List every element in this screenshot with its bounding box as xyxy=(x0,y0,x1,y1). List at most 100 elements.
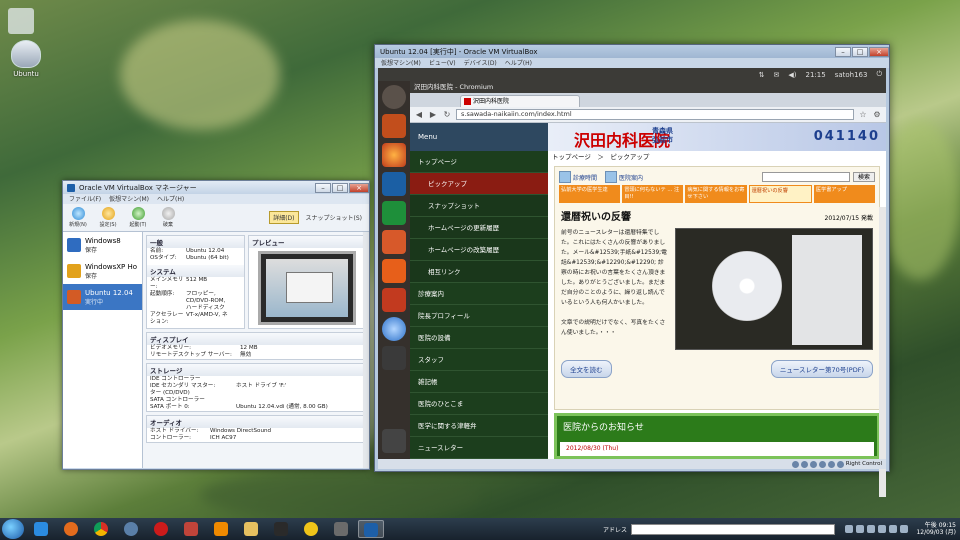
vm-screen[interactable]: ⇅ ✉ ◀) 21:15 satoh163 ⏻ 沢田内科医院 - Chromiu… xyxy=(378,68,886,497)
user-name[interactable]: satoh163 xyxy=(835,71,868,79)
hours-link[interactable]: 診療時間 xyxy=(559,171,597,183)
tray-icon[interactable] xyxy=(845,525,853,533)
minimize-button[interactable]: – xyxy=(315,182,331,193)
newsletter-pdf-button[interactable]: ニュースレター第70号(PDF) xyxy=(770,360,873,378)
taskbar-app4[interactable] xyxy=(118,520,144,538)
read-more-button[interactable]: 全文を読む xyxy=(561,360,612,378)
nav-update-history[interactable]: ホームページの更新履歴 xyxy=(410,217,548,239)
desktop-shortcut[interactable]: Ubuntu xyxy=(4,40,48,78)
nav-links[interactable]: 相互リンク xyxy=(410,261,548,283)
forward-icon[interactable]: ▶ xyxy=(428,110,438,120)
taskbar-app10[interactable] xyxy=(298,520,324,538)
cd-status-icon[interactable] xyxy=(800,460,808,468)
usb-status-icon[interactable] xyxy=(809,460,817,468)
wrench-icon[interactable]: ⚙ xyxy=(872,110,882,120)
nav-top-page[interactable]: トップページ xyxy=(410,151,548,173)
volume-icon[interactable]: ◀) xyxy=(788,71,796,79)
start-button[interactable]: 起動(T) xyxy=(127,207,149,228)
taskbar-explorer[interactable] xyxy=(238,520,264,538)
nav-dialect[interactable]: 医学に関する津軽弁 xyxy=(410,415,548,437)
maximize-button[interactable]: □ xyxy=(332,182,348,193)
vm-minimize-button[interactable]: – xyxy=(835,46,851,57)
menu-file[interactable]: ファイル(F) xyxy=(69,194,101,204)
vm-close-button[interactable]: × xyxy=(869,46,889,57)
calc-icon[interactable] xyxy=(382,201,406,225)
firefox-icon[interactable] xyxy=(382,143,406,167)
display-header[interactable]: ディスプレイ xyxy=(147,333,365,345)
system-header[interactable]: システム xyxy=(147,265,244,277)
clock[interactable]: 21:15 xyxy=(806,71,826,79)
vm-menu-devices[interactable]: デバイス(D) xyxy=(464,58,497,68)
nav-newsletter[interactable]: ニュースレター xyxy=(410,437,548,459)
nav-notes[interactable]: 雑記帳 xyxy=(410,371,548,393)
storage-header[interactable]: ストレージ xyxy=(147,364,365,376)
snapshots-toggle[interactable]: スナップショット(S) xyxy=(303,212,366,223)
menu-help[interactable]: ヘルプ(H) xyxy=(157,194,184,204)
taskbar-chrome[interactable] xyxy=(88,520,114,538)
tray-icon[interactable] xyxy=(856,525,864,533)
software-center-icon[interactable] xyxy=(382,259,406,283)
site-search-input[interactable] xyxy=(761,172,850,182)
address-bar[interactable]: s.sawada-naikaiin.com/index.html xyxy=(456,109,854,120)
vm-menu-view[interactable]: ビュー(V) xyxy=(429,58,456,68)
tab-disease-info[interactable]: 病気に関する情報をお寄せ下さい xyxy=(685,185,747,203)
close-button[interactable]: × xyxy=(349,182,369,193)
taskbar-ie[interactable] xyxy=(28,520,54,538)
page-scrollbar[interactable] xyxy=(879,207,886,497)
preview-header[interactable]: プレビュー xyxy=(249,236,365,248)
back-icon[interactable]: ◀ xyxy=(414,110,424,120)
trash-icon[interactable] xyxy=(382,429,406,453)
tray-icon[interactable] xyxy=(878,525,886,533)
power-icon[interactable]: ⏻ xyxy=(876,70,882,79)
tab-kanreki[interactable]: 還暦祝いの反響 xyxy=(748,185,812,203)
desktop-icon-top[interactable] xyxy=(8,8,34,34)
hdd-status-icon[interactable] xyxy=(791,460,799,468)
capture-status-icon[interactable] xyxy=(836,460,844,468)
browser-tab[interactable]: 沢田内科医院 xyxy=(460,95,580,107)
discard-button[interactable]: 破棄 xyxy=(157,207,179,228)
taskbar-firefox[interactable] xyxy=(58,520,84,538)
tab-medical-students[interactable]: 弘前大学の医学生達 xyxy=(559,185,621,203)
mail-icon[interactable]: ✉ xyxy=(774,71,780,79)
vm-menu-help[interactable]: ヘルプ(H) xyxy=(505,58,532,68)
vm-item-windows8[interactable]: Windows8 保存 xyxy=(63,232,142,258)
tray-icon[interactable] xyxy=(867,525,875,533)
taskbar-vlc[interactable] xyxy=(208,520,234,538)
writer-icon[interactable] xyxy=(382,172,406,196)
chromium-icon[interactable] xyxy=(382,317,406,341)
nav-pickup[interactable]: ピックアップ xyxy=(410,173,548,195)
nav-clinic-moments[interactable]: 医院のひとこま xyxy=(410,393,548,415)
dash-home-icon[interactable] xyxy=(382,85,406,109)
vm-title-bar[interactable]: Ubuntu 12.04 [実行中] - Oracle VM VirtualBo… xyxy=(375,45,889,58)
start-button[interactable] xyxy=(2,519,24,539)
nav-facilities[interactable]: 医院の設備 xyxy=(410,327,548,349)
address-toolbar-input[interactable] xyxy=(631,523,835,535)
taskbar-opera[interactable] xyxy=(148,520,174,538)
vm-menu-machine[interactable]: 仮想マシン(M) xyxy=(381,58,421,68)
tab-books[interactable]: 医学書アップ xyxy=(813,185,876,203)
nav-snapshot[interactable]: スナップショット xyxy=(410,195,548,217)
audio-header[interactable]: オーディオ xyxy=(147,416,365,428)
taskbar-app11[interactable] xyxy=(328,520,354,538)
details-toggle[interactable]: 詳細(D) xyxy=(269,211,299,224)
shared-folder-status-icon[interactable] xyxy=(827,460,835,468)
vm-item-windowsxp[interactable]: WindowsXP Ho 保存 xyxy=(63,258,142,284)
guide-link[interactable]: 医院案内 xyxy=(605,171,643,183)
site-search-button[interactable]: 検索 xyxy=(852,172,875,182)
network-status-icon[interactable] xyxy=(818,460,826,468)
news-date[interactable]: 2012/08/30 (Thu) xyxy=(560,442,874,456)
nav-clinic-info[interactable]: 診療案内 xyxy=(410,283,548,305)
network-icon[interactable]: ⇅ xyxy=(759,71,765,79)
vm-item-ubuntu[interactable]: Ubuntu 12.04 実行中 xyxy=(63,284,142,310)
nav-profile[interactable]: 院長プロフィール xyxy=(410,305,548,327)
tab-notice[interactable]: 冒頭に何もないテ ... 注目!! xyxy=(622,185,684,203)
tray-icon[interactable] xyxy=(889,525,897,533)
menu-machine[interactable]: 仮想マシン(M) xyxy=(109,194,149,204)
tray-icon[interactable] xyxy=(900,525,908,533)
details-scrollbar[interactable] xyxy=(363,232,369,468)
terminal-icon[interactable] xyxy=(382,346,406,370)
nav-renovation-history[interactable]: ホームページの改築履歴 xyxy=(410,239,548,261)
new-button[interactable]: 新規(N) xyxy=(67,207,89,228)
taskbar-virtualbox[interactable] xyxy=(358,520,384,538)
files-icon[interactable] xyxy=(382,114,406,138)
